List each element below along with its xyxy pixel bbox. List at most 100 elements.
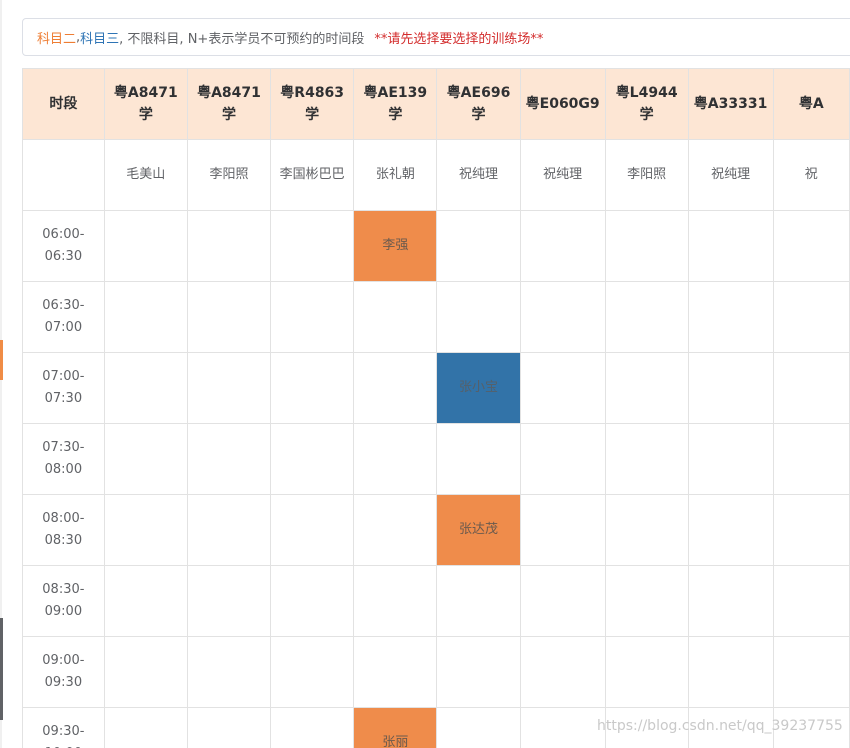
watermark: https://blog.csdn.net/qq_39237755	[597, 718, 843, 734]
slot-cell[interactable]	[270, 210, 355, 282]
slot-cell[interactable]	[103, 281, 188, 353]
slot-cell[interactable]	[604, 210, 689, 282]
slot-cell[interactable]	[604, 494, 689, 566]
slot-cell[interactable]	[186, 494, 272, 566]
slot-cell[interactable]	[103, 565, 188, 637]
slot-cell[interactable]	[270, 565, 355, 637]
slot-cell[interactable]	[186, 636, 272, 708]
slot-cell[interactable]	[353, 494, 438, 566]
slot-cell[interactable]	[772, 423, 850, 495]
vehicle-header[interactable]: 粤A8471学	[186, 68, 272, 140]
slot-cell[interactable]	[353, 565, 438, 637]
vehicle-header[interactable]: 粤A	[772, 68, 850, 140]
slot-cell[interactable]	[772, 352, 850, 424]
slot-cell[interactable]	[604, 636, 689, 708]
booked-slot-subject2[interactable]: 李强	[353, 210, 438, 282]
vehicle-header[interactable]: 粤E060G9	[519, 68, 606, 140]
slot-cell[interactable]	[772, 210, 850, 282]
booked-slot-subject2[interactable]: 张达茂	[436, 494, 521, 566]
slot-cell[interactable]	[186, 423, 272, 495]
slot-cell[interactable]	[687, 281, 774, 353]
slot-cell[interactable]	[270, 423, 355, 495]
slot-cell[interactable]	[436, 565, 521, 637]
vehicle-header[interactable]: 粤A33331	[687, 68, 774, 140]
slot-cell[interactable]	[436, 707, 521, 748]
vehicle-header[interactable]: 粤L4944学	[604, 68, 689, 140]
slot-cell[interactable]	[270, 707, 355, 748]
slot-cell[interactable]	[436, 423, 521, 495]
slot-cell[interactable]	[604, 352, 689, 424]
coach-name: 李阳照	[186, 139, 272, 211]
coach-name: 张礼朝	[353, 139, 438, 211]
vehicle-header[interactable]: 粤R4863学	[270, 68, 355, 140]
vehicle-header[interactable]: 粤AE139学	[353, 68, 438, 140]
slot-cell[interactable]	[436, 281, 521, 353]
slot-cell[interactable]	[687, 210, 774, 282]
slot-cell[interactable]	[687, 352, 774, 424]
slot-cell[interactable]	[772, 281, 850, 353]
slot-cell[interactable]	[270, 636, 355, 708]
slot-cell[interactable]	[687, 636, 774, 708]
slot-cell[interactable]	[687, 565, 774, 637]
slot-cell[interactable]	[353, 352, 438, 424]
time-slot-label: 06:00-06:30	[22, 210, 105, 282]
booked-slot-subject2[interactable]: 张丽	[353, 707, 438, 748]
slot-cell[interactable]	[772, 494, 850, 566]
slot-cell[interactable]	[186, 707, 272, 748]
slot-cell[interactable]	[772, 636, 850, 708]
booked-slot-subject3[interactable]: 张小宝	[436, 352, 521, 424]
slot-cell[interactable]	[604, 281, 689, 353]
coach-name: 李阳照	[604, 139, 689, 211]
vehicle-header[interactable]: 粤A8471学	[103, 68, 188, 140]
slot-cell[interactable]	[103, 423, 188, 495]
time-slot-row: 08:00-08:30 张达茂	[22, 494, 850, 566]
left-edge-orange-marker	[0, 340, 3, 380]
slot-cell[interactable]	[772, 565, 850, 637]
slot-cell[interactable]	[519, 352, 606, 424]
slot-cell[interactable]	[687, 494, 774, 566]
slot-cell[interactable]	[270, 352, 355, 424]
slot-cell[interactable]	[353, 423, 438, 495]
slot-cell[interactable]	[353, 281, 438, 353]
slot-cell[interactable]	[103, 636, 188, 708]
slot-cell[interactable]	[103, 707, 188, 748]
slot-cell[interactable]	[519, 210, 606, 282]
time-slot-label: 06:30-07:00	[22, 281, 105, 353]
legend-rest: , 不限科目, N+表示学员不可预约的时间段	[119, 31, 365, 47]
coach-name: 祝纯理	[687, 139, 774, 211]
slot-cell[interactable]	[519, 636, 606, 708]
left-edge-dark-marker	[0, 618, 3, 720]
slot-cell[interactable]	[519, 494, 606, 566]
slot-cell[interactable]	[103, 352, 188, 424]
slot-cell[interactable]	[353, 636, 438, 708]
time-slot-row: 07:00-07:30 张小宝	[22, 352, 850, 424]
coach-name: 祝纯理	[436, 139, 521, 211]
slot-cell[interactable]	[436, 210, 521, 282]
time-slot-label: 08:00-08:30	[22, 494, 105, 566]
slot-cell[interactable]	[519, 707, 606, 748]
slot-cell[interactable]	[519, 565, 606, 637]
slot-cell[interactable]	[186, 352, 272, 424]
slot-cell[interactable]	[186, 281, 272, 353]
slot-cell[interactable]	[519, 281, 606, 353]
slot-cell[interactable]	[186, 210, 272, 282]
slot-cell[interactable]	[103, 494, 188, 566]
coach-name: 祝	[772, 139, 850, 211]
slot-cell[interactable]	[687, 423, 774, 495]
time-slot-label: 07:30-08:00	[22, 423, 105, 495]
slot-cell[interactable]	[604, 423, 689, 495]
slot-cell[interactable]	[270, 494, 355, 566]
slot-cell[interactable]	[604, 565, 689, 637]
slot-cell[interactable]	[436, 636, 521, 708]
vehicle-header[interactable]: 粤AE696学	[436, 68, 521, 140]
schedule-table: 时段 粤A8471学 粤A8471学 粤R4863学 粤AE139学 粤AE69…	[22, 68, 850, 748]
vehicle-header-row: 时段 粤A8471学 粤A8471学 粤R4863学 粤AE139学 粤AE69…	[22, 68, 850, 140]
slot-cell[interactable]	[270, 281, 355, 353]
time-slot-label: 09:00-09:30	[22, 636, 105, 708]
coach-name: 祝纯理	[519, 139, 606, 211]
slot-cell[interactable]	[103, 210, 188, 282]
coach-row: 毛美山 李阳照 李国彬巴巴 张礼朝 祝纯理 祝纯理 李阳照 祝纯理 祝	[22, 139, 850, 211]
time-slot-row: 07:30-08:00	[22, 423, 850, 495]
slot-cell[interactable]	[519, 423, 606, 495]
slot-cell[interactable]	[186, 565, 272, 637]
